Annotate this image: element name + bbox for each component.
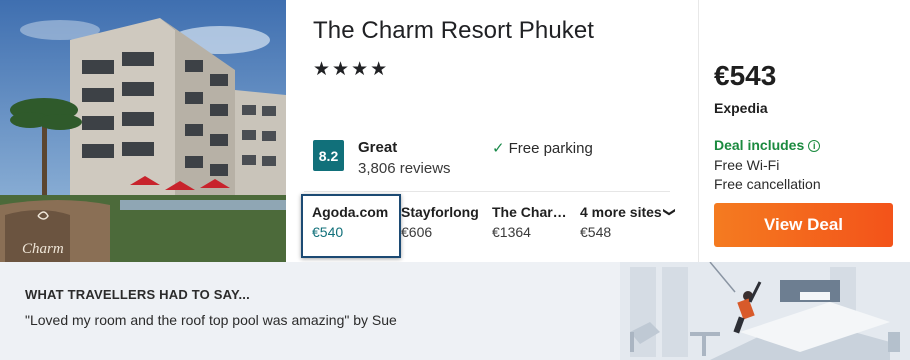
divider	[304, 191, 670, 192]
deal-include-item: Free cancellation	[714, 176, 821, 192]
info-icon[interactable]: i	[808, 140, 821, 152]
view-deal-button[interactable]: View Deal	[714, 203, 893, 247]
highlight-box	[301, 194, 401, 258]
hotel-room-illustration	[620, 262, 910, 360]
chevron-down-icon: ❯	[662, 206, 677, 218]
review-quote: "Loved my room and the roof top pool was…	[25, 312, 397, 328]
traveller-reviews-section: WHAT TRAVELLERS HAD TO SAY... "Loved my …	[0, 262, 910, 360]
hotel-result-card: Charm The Charm Resort Phuket ★★★★ 8.2 G…	[0, 0, 910, 262]
hotel-name[interactable]: The Charm Resort Phuket	[313, 17, 594, 45]
rating-label: Great	[358, 139, 398, 156]
review-count[interactable]: 3,806 reviews	[358, 160, 451, 177]
hotel-photo[interactable]: Charm	[0, 0, 286, 262]
site-price: €548	[580, 224, 612, 240]
star-rating: ★★★★	[313, 59, 390, 80]
site-offer-the-charm[interactable]: The Char… €1364	[492, 204, 567, 240]
deal-includes-text: Deal includes	[714, 137, 805, 153]
site-name: 4 more sites	[580, 204, 662, 220]
site-price: €606	[401, 224, 433, 240]
check-icon: ✓	[492, 140, 505, 157]
reviews-section-title: WHAT TRAVELLERS HAD TO SAY...	[25, 287, 250, 302]
photo-sign-text: Charm	[22, 241, 64, 257]
deal-provider: Expedia	[714, 100, 768, 116]
deal-panel: €543 Expedia Deal includes i Free Wi-Fi F…	[699, 0, 910, 262]
parking-label: Free parking	[508, 140, 593, 157]
site-offer-stayforlong[interactable]: Stayforlong €606	[401, 204, 479, 240]
site-name: The Char…	[492, 204, 567, 220]
deal-price: €543	[714, 60, 777, 91]
deal-includes-label[interactable]: Deal includes i	[714, 137, 821, 153]
more-sites-dropdown[interactable]: 4 more sites❯ €548	[580, 204, 677, 240]
amenity-parking: ✓ Free parking	[492, 139, 593, 157]
score-badge: 8.2	[313, 140, 344, 171]
deal-include-item: Free Wi-Fi	[714, 157, 780, 173]
site-price: €1364	[492, 224, 531, 240]
site-name: Stayforlong	[401, 204, 479, 220]
